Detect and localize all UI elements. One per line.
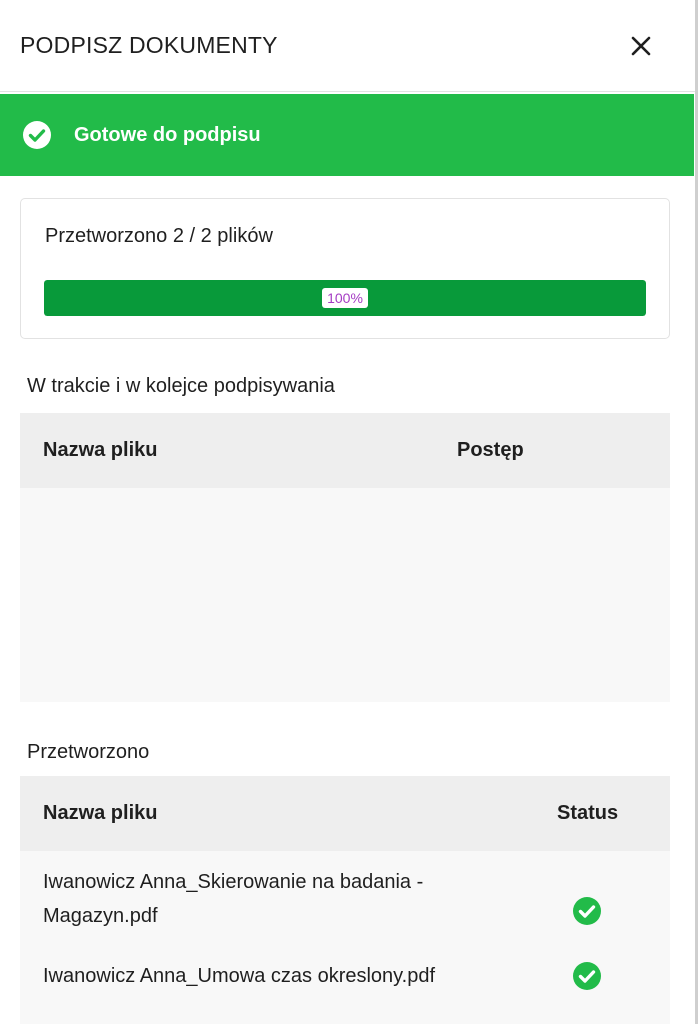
- progress-card: Przetworzono 2 / 2 plików 100%: [20, 198, 670, 339]
- progress-text: Przetworzono 2 / 2 plików: [45, 225, 273, 247]
- file-name: Iwanowicz Anna_Umowa czas okreslony.pdf: [43, 965, 436, 987]
- table-row: Iwanowicz Anna_Skierowanie na badania - …: [20, 865, 670, 949]
- processed-table-header: Nazwa pliku Status: [20, 776, 670, 851]
- processed-table-body: Iwanowicz Anna_Skierowanie na badania - …: [20, 851, 670, 1024]
- banner-text: Gotowe do podpisu: [74, 123, 261, 146]
- progress-percent-label: 100%: [322, 288, 368, 308]
- dialog-title: PODPISZ DOKUMENTY: [20, 32, 278, 58]
- in-progress-table-body: [20, 488, 670, 702]
- in-progress-table: Nazwa pliku Postęp: [20, 413, 670, 702]
- in-progress-table-header: Nazwa pliku Postęp: [20, 413, 670, 488]
- column-header-file-name: Nazwa pliku: [43, 439, 158, 461]
- processed-section-title: Przetworzono: [27, 741, 150, 763]
- close-button[interactable]: [626, 31, 656, 61]
- check-circle-icon: [573, 897, 601, 925]
- check-circle-icon: [23, 121, 51, 149]
- progress-bar-fill: 100%: [44, 280, 646, 316]
- status-banner: Gotowe do podpisu: [0, 94, 694, 176]
- column-header-progress: Postęp: [457, 439, 524, 461]
- column-header-status: Status: [557, 802, 619, 824]
- file-name: Iwanowicz Anna_Skierowanie na badania - …: [43, 871, 424, 927]
- processed-table: Nazwa pliku Status Iwanowicz Anna_Skiero…: [20, 776, 670, 1024]
- dialog-header: PODPISZ DOKUMENTY: [0, 0, 698, 92]
- in-progress-section-title: W trakcie i w kolejce podpisywania: [27, 375, 335, 397]
- check-circle-icon: [573, 962, 601, 990]
- progress-bar: 100%: [44, 280, 646, 316]
- column-header-file-name: Nazwa pliku: [43, 802, 158, 824]
- table-row: Iwanowicz Anna_Umowa czas okreslony.pdf: [20, 959, 670, 1003]
- close-icon: [631, 36, 651, 55]
